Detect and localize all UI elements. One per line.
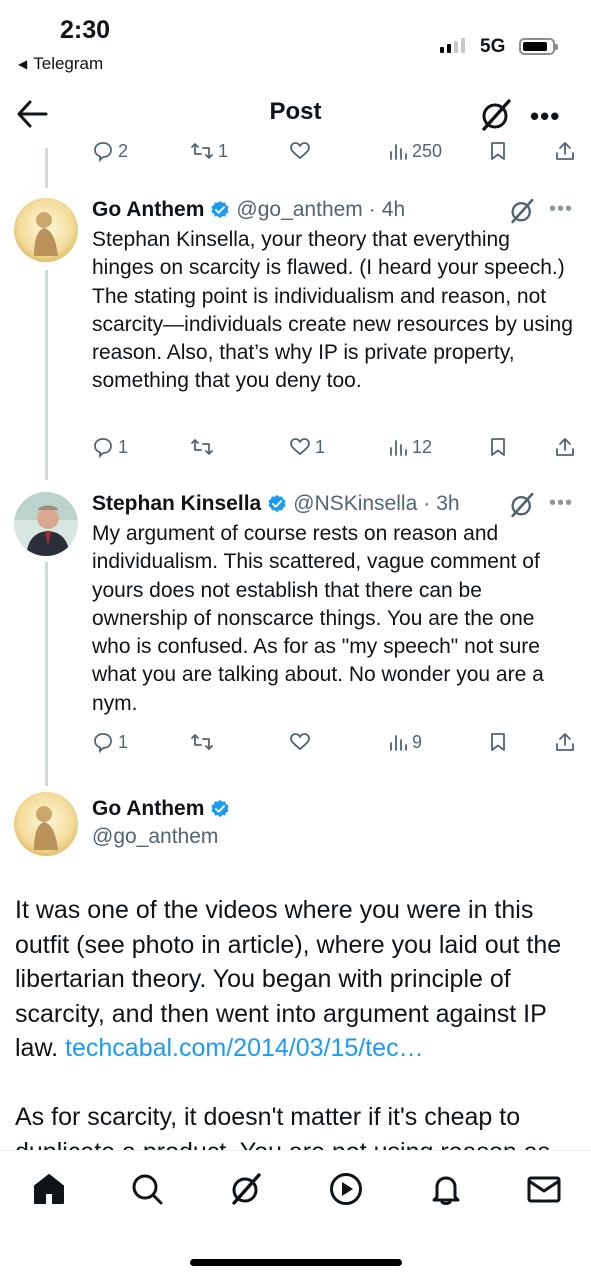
bookmark-button[interactable] xyxy=(488,436,508,458)
repost-button[interactable] xyxy=(190,436,214,458)
repost-icon xyxy=(191,734,213,750)
views-icon xyxy=(390,144,407,160)
bookmark-icon xyxy=(491,142,505,160)
tweet-text: Stephan Kinsella, your theory that every… xyxy=(92,228,573,393)
back-app-label: Telegram xyxy=(33,54,104,73)
status-time: 2:30 xyxy=(60,16,111,44)
reply-icon xyxy=(94,438,112,458)
bookmark-icon xyxy=(491,438,505,456)
heart-icon xyxy=(290,733,310,751)
main-post-author[interactable]: Go Anthem xyxy=(92,797,230,821)
back-to-app[interactable]: ◀ Telegram xyxy=(18,54,103,74)
author-name[interactable]: Stephan Kinsella xyxy=(92,492,261,516)
bookmark-button[interactable] xyxy=(488,731,508,753)
battery-icon xyxy=(519,38,558,55)
tweet-action-row: 1 9 xyxy=(0,731,591,757)
views-count: 250 xyxy=(412,140,443,161)
repost-count: 1 xyxy=(218,140,229,161)
views-button[interactable]: 12 xyxy=(388,436,432,458)
grok-icon[interactable] xyxy=(478,97,514,138)
avatar[interactable] xyxy=(14,792,78,856)
verified-icon xyxy=(211,799,229,818)
avatar[interactable] xyxy=(14,198,78,262)
like-button[interactable]: 1 xyxy=(289,436,325,458)
views-icon xyxy=(390,440,407,456)
network-type: 5G xyxy=(480,36,506,57)
tweet-time: 4h xyxy=(381,198,406,221)
parent-action-row: 2 1 250 xyxy=(0,140,591,170)
home-icon[interactable] xyxy=(31,1171,67,1212)
author-name[interactable]: Go Anthem xyxy=(92,797,204,821)
main-post-text: It was one of the videos where you were … xyxy=(15,893,580,1066)
like-button[interactable] xyxy=(289,731,311,753)
tweet-header: Stephan Kinsella @NSKinsella · 3h xyxy=(92,492,460,516)
more-options-icon[interactable]: ••• xyxy=(530,101,560,132)
main-post-text-continued: As for scarcity, it doesn't matter if it… xyxy=(15,1103,550,1150)
author-handle[interactable]: @NSKinsella xyxy=(293,492,417,516)
grok-icon[interactable] xyxy=(228,1171,264,1212)
repost-button[interactable]: 1 xyxy=(190,140,228,162)
share-button[interactable] xyxy=(554,731,576,753)
like-count: 1 xyxy=(315,436,326,457)
dot-separator: · xyxy=(368,198,376,221)
reply-icon xyxy=(94,733,112,753)
reply-button[interactable]: 1 xyxy=(92,436,128,458)
reply-button[interactable]: 1 xyxy=(92,731,128,753)
tweet-more-icon[interactable]: ••• xyxy=(549,198,573,221)
heart-icon xyxy=(290,438,310,456)
article-link[interactable]: techcabal.com/2014/03/15/tec… xyxy=(65,1034,424,1062)
bookmark-button[interactable] xyxy=(488,140,508,162)
views-icon xyxy=(390,735,407,751)
like-button[interactable] xyxy=(289,140,311,162)
heart-icon xyxy=(290,142,310,160)
avatar[interactable] xyxy=(14,492,78,556)
search-icon[interactable] xyxy=(129,1171,165,1212)
reply-button[interactable]: 2 xyxy=(92,140,128,162)
reply-count: 2 xyxy=(118,140,129,161)
share-button[interactable] xyxy=(554,140,576,162)
home-indicator xyxy=(190,1259,402,1266)
views-count: 9 xyxy=(412,731,423,752)
dot-separator: · xyxy=(423,492,431,515)
tweet-more-icon[interactable]: ••• xyxy=(549,492,573,515)
signal-icon xyxy=(440,38,465,53)
back-triangle-icon: ◀ xyxy=(18,57,28,71)
reply-count: 1 xyxy=(118,436,129,457)
tweet-text: My argument of course rests on reason an… xyxy=(92,522,544,715)
share-icon xyxy=(556,438,574,456)
bell-icon[interactable] xyxy=(428,1171,464,1212)
tweet-action-row: 1 1 12 xyxy=(0,436,591,462)
views-button[interactable]: 250 xyxy=(388,140,442,162)
repost-icon xyxy=(191,439,213,455)
verified-icon xyxy=(268,494,286,513)
verified-icon xyxy=(211,200,229,219)
author-name[interactable]: Go Anthem xyxy=(92,198,204,222)
author-handle[interactable]: @go_anthem xyxy=(236,198,362,222)
bookmark-icon xyxy=(491,733,505,751)
share-icon xyxy=(556,142,574,160)
views-count: 12 xyxy=(412,436,433,457)
author-handle[interactable]: @go_anthem xyxy=(92,825,218,849)
tweet-header: Go Anthem @go_anthem · 4h xyxy=(92,198,405,222)
repost-button[interactable] xyxy=(190,731,214,753)
reply-icon xyxy=(94,142,112,162)
share-button[interactable] xyxy=(554,436,576,458)
tweet-time: 3h xyxy=(436,492,460,515)
repost-icon xyxy=(191,143,213,159)
share-icon xyxy=(556,733,574,751)
mail-icon[interactable] xyxy=(526,1171,562,1212)
reply-count: 1 xyxy=(118,731,129,752)
play-icon[interactable] xyxy=(328,1171,364,1212)
views-button[interactable]: 9 xyxy=(388,731,422,753)
